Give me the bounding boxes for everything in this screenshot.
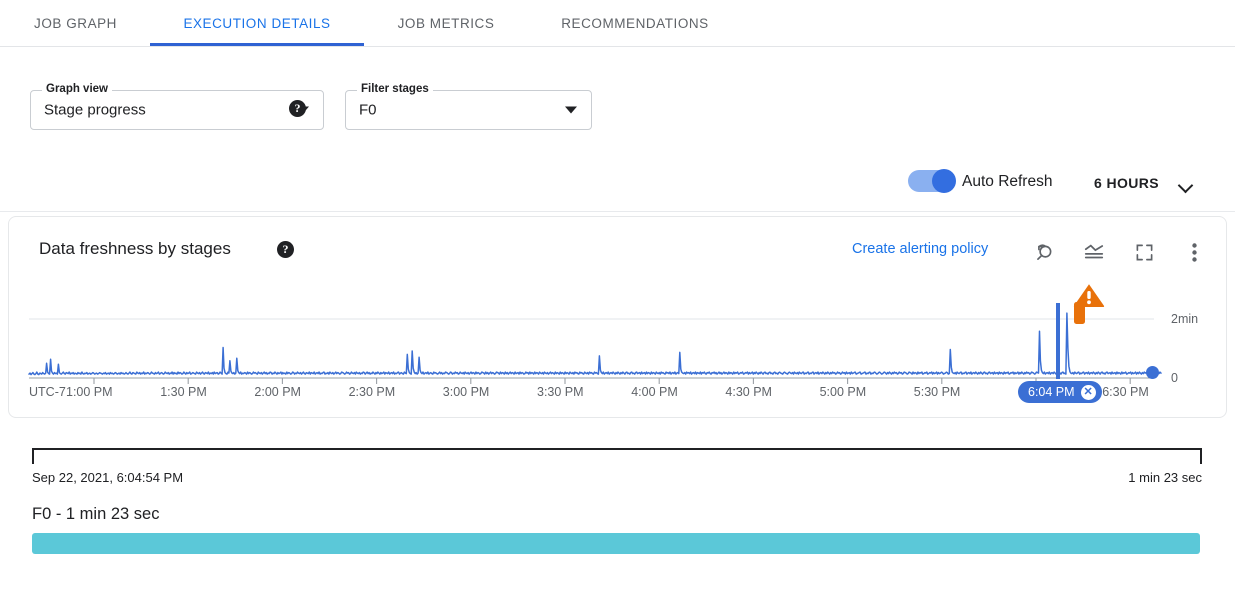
selected-time-label: 6:04 PM <box>1028 385 1075 399</box>
chevron-down-icon[interactable] <box>1177 177 1194 194</box>
duration-span-indicator <box>32 448 1202 466</box>
tab-job-metrics[interactable]: JOB METRICS <box>380 0 512 46</box>
divider <box>0 211 1235 212</box>
x-axis-tick-label: 1:00 PM <box>66 385 113 399</box>
auto-refresh-toggle[interactable] <box>908 169 956 193</box>
span-cap-start <box>32 448 34 464</box>
execution-duration: 1 min 23 sec <box>1128 470 1202 485</box>
graph-view-select[interactable]: Graph view Stage progress <box>30 83 324 130</box>
tab-job-graph[interactable]: JOB GRAPH <box>18 0 133 46</box>
span-cap-end <box>1200 448 1202 464</box>
toggle-knob <box>932 169 956 193</box>
x-axis-tick-label: 3:30 PM <box>537 385 584 399</box>
close-icon[interactable]: ✕ <box>1080 384 1096 400</box>
filter-stages-label: Filter stages <box>357 83 433 95</box>
warning-marker-bar[interactable] <box>1074 302 1085 324</box>
x-axis-tick-label: 5:00 PM <box>819 385 867 399</box>
graph-view-value: Stage progress <box>44 101 146 119</box>
x-axis-tick-label: 4:30 PM <box>725 385 772 399</box>
chart-cursor-line <box>1056 303 1060 379</box>
stage-title: F0 - 1 min 23 sec <box>32 505 160 523</box>
filter-stages-value: F0 <box>359 101 377 119</box>
x-axis-tick-label: 2:30 PM <box>348 385 396 399</box>
tab-recommendations[interactable]: RECOMMENDATIONS <box>540 0 730 46</box>
x-axis-tick-label: 4:00 PM <box>631 385 678 399</box>
y-axis-label-top: 2min <box>1171 312 1199 326</box>
y-axis-label-bottom: 0 <box>1171 371 1178 385</box>
stage-progress-bar[interactable] <box>32 533 1200 554</box>
timezone-label: UTC-7 <box>29 385 66 399</box>
span-line <box>32 448 1202 450</box>
chevron-down-icon <box>565 106 577 114</box>
x-axis-tick-label: 5:30 PM <box>913 385 961 399</box>
filter-stages-select[interactable]: Filter stages F0 <box>345 83 592 130</box>
execution-start-time: Sep 22, 2021, 6:04:54 PM <box>32 470 184 485</box>
x-axis-tick-label: 2:00 PM <box>254 385 301 399</box>
time-range-button[interactable]: 6 HOURS <box>1094 175 1159 191</box>
tab-bar: JOB GRAPH EXECUTION DETAILS JOB METRICS … <box>0 0 1235 47</box>
x-axis-tick-label: 3:00 PM <box>442 385 490 399</box>
auto-refresh-label: Auto Refresh <box>962 173 1053 190</box>
graph-view-help-icon[interactable]: ? <box>289 100 306 117</box>
series-end-point <box>1146 366 1159 379</box>
active-tab-indicator <box>150 43 364 46</box>
graph-view-label: Graph view <box>42 83 112 95</box>
x-axis-tick-label: 6:30 PM <box>1102 385 1149 399</box>
x-axis-tick-label: 1:30 PM <box>160 385 207 399</box>
selected-time-pill[interactable]: 6:04 PM ✕ <box>1018 381 1102 403</box>
tab-execution-details[interactable]: EXECUTION DETAILS <box>150 0 364 46</box>
